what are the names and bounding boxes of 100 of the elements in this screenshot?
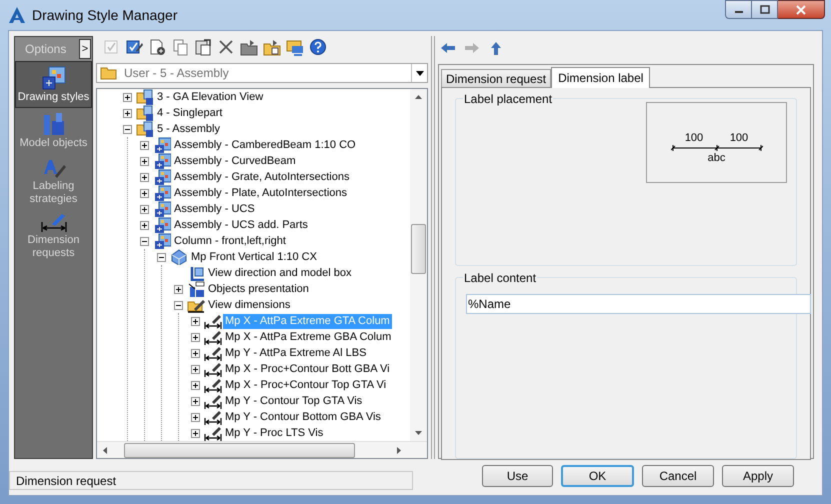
copy-icon[interactable] (171, 38, 189, 56)
monitor-icon[interactable] (286, 38, 304, 56)
status-text: Dimension request (16, 472, 116, 490)
folder-icon (136, 121, 155, 137)
location-value: User - 5 - Assembly (124, 65, 229, 82)
collapse-icon[interactable] (140, 236, 149, 246)
folder-icon (136, 89, 155, 105)
close-icon (795, 4, 807, 14)
location-dropdown[interactable]: User - 5 - Assembly (96, 63, 428, 83)
expand-icon[interactable] (140, 172, 149, 182)
dimension-line-icon (670, 144, 762, 152)
tree-item[interactable]: Mp X - AttPa Extreme GBA Colum (223, 330, 394, 344)
up-arrow-icon[interactable] (488, 42, 504, 54)
tree-item[interactable]: Mp Y - Contour Top GTA Vis (223, 394, 364, 408)
expand-icon[interactable] (191, 380, 200, 390)
expand-icon[interactable] (191, 316, 200, 326)
sidebar-item[interactable]: Labeling strategies (15, 153, 92, 209)
dimension-value: 100 (684, 133, 704, 144)
style-icon (153, 169, 172, 185)
style-icon (153, 201, 172, 217)
dialog-button[interactable]: Use (482, 464, 553, 486)
expand-icon[interactable] (191, 364, 200, 374)
tree-item[interactable]: Column - front,left,right (172, 234, 288, 248)
collapse-icon[interactable] (157, 252, 166, 262)
dropdown-button[interactable] (411, 64, 427, 82)
scrollbar-thumb[interactable] (124, 442, 355, 458)
caret-icon (416, 70, 424, 76)
blocks-icon (187, 281, 206, 297)
dimension-icon (204, 409, 223, 425)
sidebar-item[interactable]: Dimension requests (15, 209, 92, 263)
expand-icon[interactable] (140, 204, 149, 214)
style-icon (153, 137, 172, 153)
tree-item[interactable]: 4 - Singlepart (155, 106, 224, 120)
collapse-icon[interactable] (123, 124, 132, 134)
folder-icon[interactable] (263, 38, 281, 56)
dialog-button[interactable]: Apply (722, 464, 794, 486)
tree-item[interactable]: Assembly - Grate, AutoIntersections (172, 170, 352, 184)
expand-icon[interactable] (140, 156, 149, 166)
tree-item[interactable]: Assembly - CurvedBeam (172, 154, 298, 168)
tree-item[interactable]: View dimensions (206, 298, 292, 312)
tree-item[interactable]: Objects presentation (206, 282, 311, 296)
minimize-button[interactable] (725, 0, 752, 19)
style-icon (153, 185, 172, 201)
delete-icon[interactable] (217, 38, 235, 56)
expand-button[interactable]: > (79, 39, 91, 59)
scrollbar-thumb[interactable] (411, 224, 426, 274)
tree-item[interactable]: Mp Y - Proc LTS Vis (223, 426, 326, 440)
expand-icon[interactable] (123, 92, 132, 102)
expand-icon[interactable] (140, 188, 149, 198)
tree-item[interactable]: View direction and model box (206, 266, 354, 280)
tree-item[interactable]: Mp X - Proc+Contour Top GTA Vi (223, 378, 388, 392)
edit-icon[interactable] (125, 38, 143, 56)
dialog-button[interactable]: Cancel (642, 464, 714, 486)
label-content-field[interactable]: %Name (466, 294, 811, 314)
left-arrow-icon[interactable] (440, 42, 456, 54)
expand-icon[interactable] (191, 412, 200, 422)
expand-icon[interactable] (191, 348, 200, 358)
expand-icon[interactable] (174, 284, 183, 294)
maximize-icon (760, 5, 770, 14)
tree-item[interactable]: Mp Y - Contour Bottom GBA Vis (223, 410, 383, 424)
horizontal-scrollbar[interactable] (97, 441, 427, 458)
help-icon[interactable] (309, 38, 327, 56)
tree-item[interactable]: Assembly - UCS (172, 202, 257, 216)
expand-icon[interactable] (191, 396, 200, 406)
tree-item[interactable]: Mp X - Proc+Contour Bott GBA Vi (223, 362, 392, 376)
tree-item[interactable]: Assembly - CamberedBeam 1:10 CO (172, 138, 358, 152)
sidebar-item[interactable]: Model objects (15, 108, 92, 153)
close-button[interactable] (778, 0, 825, 19)
tab[interactable]: Dimension label (551, 67, 650, 88)
dimension-icon (204, 393, 223, 409)
dialog-button[interactable]: OK (561, 464, 634, 486)
folder-icon (187, 297, 206, 313)
vertical-scrollbar[interactable] (410, 89, 427, 441)
new-document-icon[interactable] (148, 38, 166, 56)
cube-icon (170, 249, 189, 265)
folder-icon (136, 105, 155, 121)
style-icon (153, 233, 172, 249)
app-logo-icon (8, 6, 26, 24)
tree-item[interactable]: Mp Front Vertical 1:10 CX (189, 250, 319, 264)
sidebar-item[interactable]: Drawing styles (15, 61, 92, 108)
dimension-value: 100 (730, 133, 748, 144)
tree-item[interactable]: 5 - Assembly (155, 122, 222, 136)
collapse-icon[interactable] (174, 300, 183, 310)
expand-icon[interactable] (140, 140, 149, 150)
tree-item[interactable]: Assembly - UCS add. Parts (172, 218, 310, 232)
expand-icon[interactable] (140, 220, 149, 230)
tab[interactable]: Dimension request (441, 69, 552, 87)
tree-item[interactable]: Assembly - Plate, AutoIntersections (172, 186, 350, 200)
window-title: Drawing Style Manager (32, 6, 178, 25)
expand-icon[interactable] (191, 428, 200, 438)
folder-icon[interactable] (240, 38, 258, 56)
maximize-button[interactable] (752, 0, 778, 19)
paste-icon[interactable] (194, 38, 212, 56)
dimension-icon (204, 377, 223, 393)
styles-icon (40, 65, 66, 91)
dimension-icon (40, 212, 68, 234)
tree-item[interactable]: 3 - GA Elevation View (155, 90, 266, 104)
tree-item[interactable]: Mp Y - AttPa Extreme Al LBS (223, 346, 368, 360)
expand-icon[interactable] (191, 332, 200, 342)
expand-icon[interactable] (123, 108, 132, 118)
